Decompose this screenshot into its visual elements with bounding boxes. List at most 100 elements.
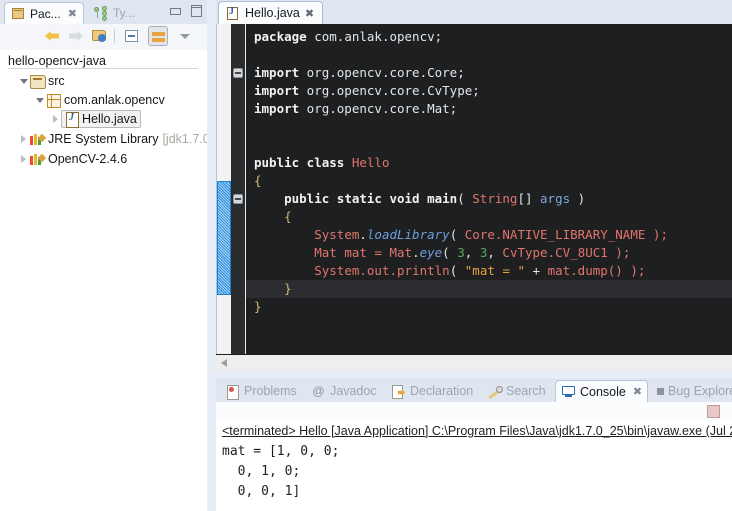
terminate-button[interactable] bbox=[707, 405, 720, 418]
console-output[interactable]: <terminated> Hello [Java Application] C:… bbox=[216, 422, 732, 511]
tree-item-src[interactable]: src bbox=[18, 72, 65, 90]
tab-problems[interactable]: Problems bbox=[220, 380, 302, 402]
code-line[interactable] bbox=[246, 136, 732, 154]
code-token: .CV_8UC1 ); bbox=[548, 245, 631, 260]
editor-tabbar: Hello.java ✖ bbox=[216, 0, 732, 24]
code-token: import bbox=[254, 101, 299, 116]
code-token: } bbox=[254, 299, 262, 314]
code-line[interactable] bbox=[246, 118, 732, 136]
annotation-ruler[interactable] bbox=[217, 24, 231, 354]
code-line[interactable]: System.loadLibrary( Core.NATIVE_LIBRARY_… bbox=[246, 226, 732, 244]
code-token: .dump() ); bbox=[570, 263, 645, 278]
tab-label: Search bbox=[506, 384, 546, 398]
code-token: com.anlak.opencv; bbox=[307, 29, 442, 44]
code-token bbox=[254, 245, 314, 260]
tree-item-hello-java[interactable]: Hello.java bbox=[50, 110, 141, 128]
code-line[interactable]: import org.opencv.core.Core; bbox=[246, 64, 732, 82]
tree-item-package[interactable]: com.anlak.opencv bbox=[34, 91, 165, 109]
close-icon[interactable]: ✖ bbox=[68, 7, 77, 20]
code-token: org.opencv.core.Core; bbox=[299, 65, 465, 80]
tab-package-explorer[interactable]: Pac... ✖ bbox=[4, 2, 84, 24]
tree-item-label: hello-opencv-java bbox=[8, 53, 106, 69]
tab-label: Ty... bbox=[113, 6, 135, 20]
code-line[interactable]: public static void main( String[] args ) bbox=[246, 190, 732, 208]
code-line[interactable]: Mat mat = Mat.eye( 3, 3, CvType.CV_8UC1 … bbox=[246, 244, 732, 262]
code-line[interactable]: package com.anlak.opencv; bbox=[246, 28, 732, 46]
close-icon[interactable]: ✖ bbox=[305, 7, 314, 20]
maximize-button[interactable] bbox=[190, 5, 203, 16]
collapse-all-button[interactable] bbox=[122, 26, 142, 46]
code-token: public static void bbox=[284, 191, 427, 206]
code-line[interactable]: import org.opencv.core.Mat; bbox=[246, 100, 732, 118]
tree-item-label: OpenCV-2.4.6 bbox=[48, 151, 127, 167]
twisty-closed-icon[interactable] bbox=[50, 110, 61, 128]
code-token: { bbox=[254, 173, 262, 188]
scroll-left-arrow-icon[interactable] bbox=[221, 359, 227, 367]
code-token bbox=[254, 227, 314, 242]
code-line[interactable]: import org.opencv.core.CvType; bbox=[246, 82, 732, 100]
code-token: . bbox=[359, 227, 367, 242]
twisty-closed-icon[interactable] bbox=[18, 150, 29, 168]
tab-bug-explorer[interactable]: Bug Explorer bbox=[652, 380, 732, 402]
code-token: .out. bbox=[359, 263, 397, 278]
tree-item-opencv-library[interactable]: OpenCV-2.4.6 bbox=[18, 150, 127, 168]
code-token: String bbox=[472, 191, 517, 206]
vertical-sash[interactable] bbox=[207, 0, 216, 511]
right-pane: Hello.java ✖ package com.anlak.opencv; im… bbox=[216, 0, 732, 511]
code-line[interactable]: } bbox=[246, 298, 732, 316]
tree-item-jre-library[interactable]: JRE System Library [jdk1.7.0 bbox=[18, 130, 210, 148]
fold-collapse-icon[interactable] bbox=[233, 194, 243, 204]
code-token: Mat bbox=[389, 245, 412, 260]
folding-ruler[interactable] bbox=[231, 24, 245, 354]
launch-config-header: <terminated> Hello [Java Application] C:… bbox=[222, 424, 732, 438]
view-menu-button[interactable] bbox=[176, 26, 196, 46]
code-token bbox=[254, 191, 284, 206]
tab-declaration[interactable]: Declaration bbox=[386, 380, 478, 402]
code-token: + bbox=[525, 263, 548, 278]
back-button[interactable] bbox=[42, 26, 62, 46]
code-line[interactable]: public class Hello bbox=[246, 154, 732, 172]
tab-label: Pac... bbox=[30, 7, 61, 21]
library-icon bbox=[29, 131, 45, 147]
tab-label: Bug Explorer bbox=[668, 384, 732, 398]
editor-horizontal-scrollbar[interactable] bbox=[216, 354, 732, 371]
tab-label: Javadoc bbox=[330, 384, 377, 398]
code-token: package bbox=[254, 29, 307, 44]
package-explorer-view: Pac... ✖ Ty... hello-opencv bbox=[0, 0, 207, 511]
code-line[interactable]: } bbox=[246, 280, 732, 298]
code-line[interactable]: { bbox=[246, 172, 732, 190]
folder-refresh-icon[interactable] bbox=[90, 26, 110, 46]
tab-type-hierarchy[interactable]: Ty... bbox=[88, 2, 141, 24]
tree-item-label: src bbox=[48, 73, 65, 89]
code-token: args bbox=[540, 191, 570, 206]
editor-area: Hello.java ✖ package com.anlak.opencv; im… bbox=[216, 0, 732, 372]
twisty-closed-icon[interactable] bbox=[18, 130, 29, 148]
tab-javadoc[interactable]: @Javadoc bbox=[306, 380, 382, 402]
tab-hello-java[interactable]: Hello.java ✖ bbox=[218, 1, 323, 24]
close-icon[interactable]: ✖ bbox=[633, 385, 642, 398]
project-tree[interactable]: hello-opencv-java src com.anlak.opencv H… bbox=[0, 50, 207, 511]
tab-console[interactable]: Console✖ bbox=[555, 380, 648, 402]
code-editor[interactable]: package com.anlak.opencv; import org.open… bbox=[216, 24, 732, 354]
code-token: main bbox=[427, 191, 457, 206]
code-token: import bbox=[254, 83, 299, 98]
code-token: System bbox=[314, 227, 359, 242]
console-line: mat = [1, 0, 0; bbox=[222, 444, 339, 459]
forward-button[interactable] bbox=[66, 26, 86, 46]
code-line[interactable]: System.out.println( "mat = " + mat.dump(… bbox=[246, 262, 732, 280]
ruler-selection-marker bbox=[217, 181, 231, 295]
tree-item-project[interactable]: hello-opencv-java bbox=[8, 52, 106, 70]
twisty-open-icon[interactable] bbox=[18, 72, 29, 90]
fold-collapse-icon[interactable] bbox=[233, 68, 243, 78]
twisty-open-icon[interactable] bbox=[34, 91, 45, 109]
code-token: org.opencv.core.Mat; bbox=[299, 101, 457, 116]
code-text[interactable]: package com.anlak.opencv; import org.open… bbox=[246, 24, 732, 354]
view-window-buttons bbox=[169, 5, 203, 16]
tab-search[interactable]: Search bbox=[482, 380, 551, 402]
minimize-button[interactable] bbox=[169, 5, 182, 16]
console-line: 0, 1, 0; bbox=[222, 464, 300, 479]
link-with-editor-button[interactable] bbox=[148, 26, 168, 46]
code-line[interactable]: { bbox=[246, 208, 732, 226]
code-line[interactable] bbox=[246, 46, 732, 64]
source-folder-icon bbox=[29, 73, 45, 89]
